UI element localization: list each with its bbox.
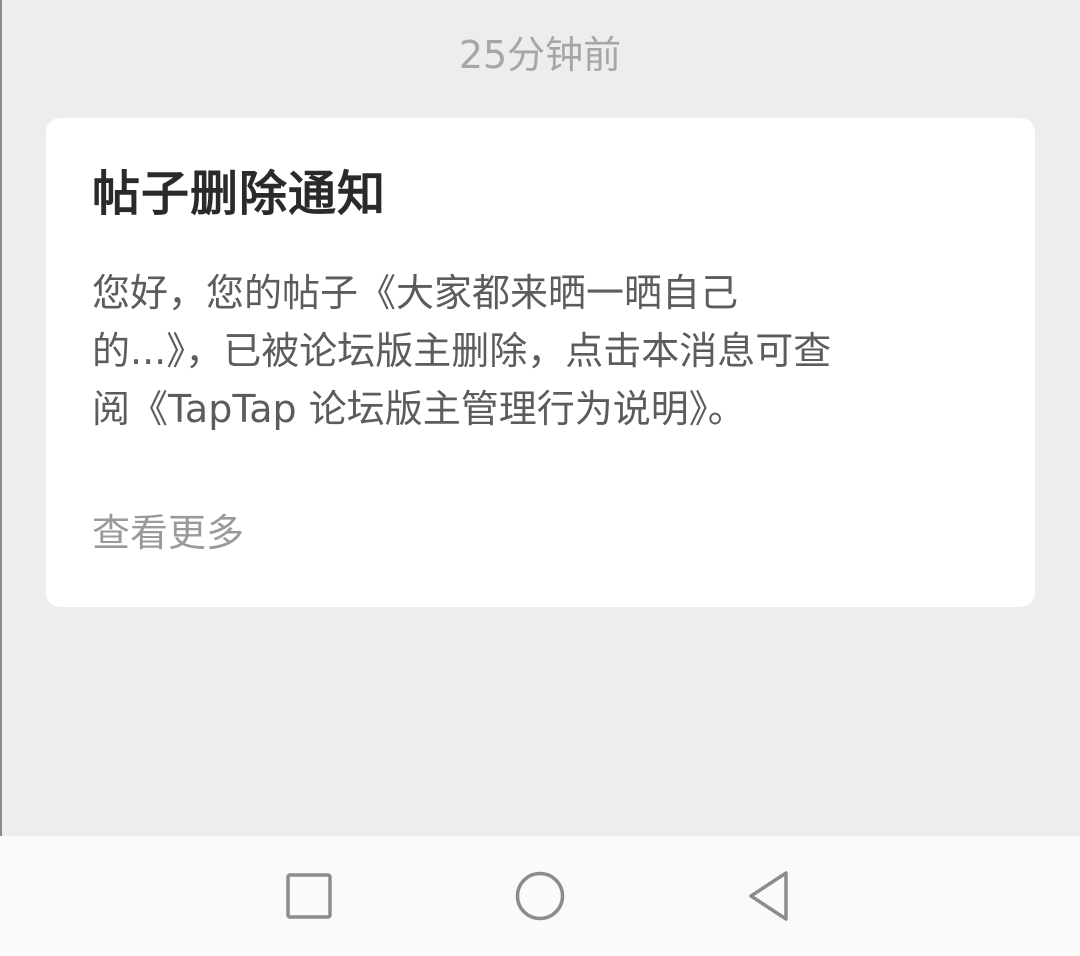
see-more-link[interactable]: 查看更多 bbox=[92, 504, 244, 562]
notification-body-line: 您好，您的帖子《大家都来晒一晒自己 bbox=[92, 271, 739, 315]
message-timestamp: 25分钟前 bbox=[458, 33, 622, 77]
notification-body-line: 的...》，已被论坛版主删除，点击本消息可查 bbox=[92, 329, 832, 373]
back-button[interactable] bbox=[709, 836, 829, 956]
notification-body-line: 阅《TapTap 论坛版主管理行为说明》。 bbox=[92, 387, 746, 431]
recents-button[interactable] bbox=[249, 836, 369, 956]
home-circle-icon bbox=[514, 870, 566, 922]
notification-title: 帖子删除通知 bbox=[92, 166, 387, 222]
notification-card[interactable]: 帖子删除通知 您好，您的帖子《大家都来晒一晒自己 的...》，已被论坛版主删除，… bbox=[46, 118, 1035, 607]
window-edge-divider bbox=[0, 0, 2, 836]
home-button[interactable] bbox=[480, 836, 600, 956]
back-triangle-icon bbox=[745, 870, 793, 922]
notification-body: 您好，您的帖子《大家都来晒一晒自己 的...》，已被论坛版主删除，点击本消息可查… bbox=[92, 264, 992, 438]
recents-square-icon bbox=[285, 872, 333, 920]
system-navigation-bar bbox=[0, 836, 1080, 956]
